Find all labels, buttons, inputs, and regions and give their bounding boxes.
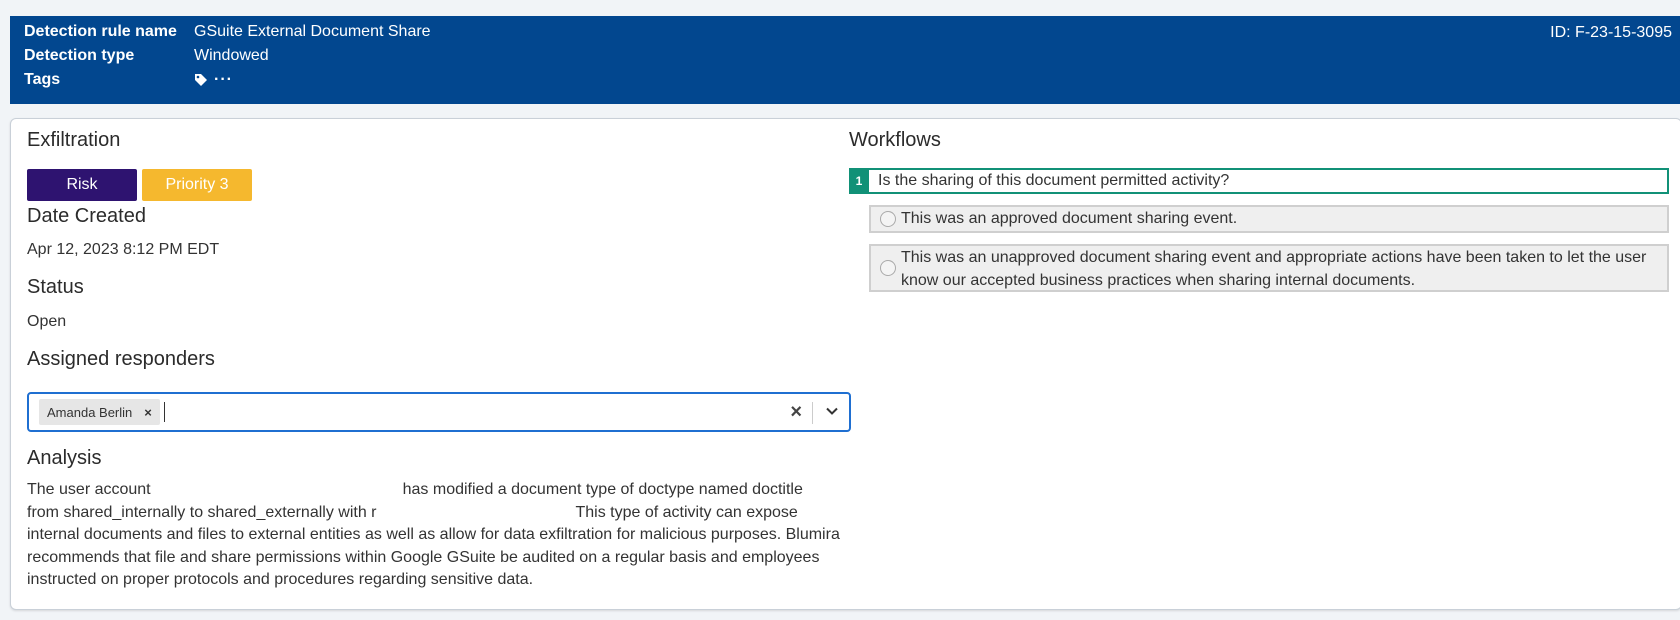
detection-type-row: Detection type Windowed	[24, 44, 269, 68]
rule-name-row: Detection rule name GSuite External Docu…	[24, 20, 431, 44]
analysis-text: The user account has modified a document…	[27, 479, 857, 592]
redacted-area	[150, 479, 403, 502]
analysis-label: Analysis	[27, 447, 102, 469]
status-label: Status	[27, 276, 84, 298]
question-number: 1	[849, 168, 869, 194]
detection-id: ID: F-23-15-3095	[1550, 24, 1672, 41]
workflow-option-approved[interactable]: This was an approved document sharing ev…	[869, 205, 1669, 233]
workflows-title: Workflows	[849, 129, 941, 151]
tag-icon[interactable]	[194, 73, 208, 87]
assigned-responders-select[interactable]: Amanda Berlin × ×	[27, 392, 851, 432]
remove-responder-button[interactable]: ×	[144, 405, 152, 420]
tags-more-button[interactable]: ···	[214, 71, 233, 89]
workflow-option-unapproved[interactable]: This was an unapproved document sharing …	[869, 244, 1669, 292]
option-label-line1: This was an unapproved document sharing …	[901, 249, 1647, 266]
question-text: Is the sharing of this document permitte…	[878, 172, 1230, 189]
rule-name-value: GSuite External Document Share	[194, 23, 431, 40]
workflow-question: 1 Is the sharing of this document permit…	[849, 168, 1669, 194]
option-label: This was an unapproved document sharing …	[901, 247, 1646, 292]
chevron-down-icon[interactable]	[825, 404, 839, 423]
priority-badge: Priority 3	[142, 169, 252, 201]
detection-type-value: Windowed	[194, 47, 269, 64]
option-label-line2: know our accepted business practices whe…	[901, 271, 1416, 289]
detection-card: Exfiltration Risk Priority 3 Date Create…	[10, 118, 1680, 610]
analysis-line2-b: This type of activity can expose	[575, 503, 798, 521]
option-label: This was an approved document sharing ev…	[901, 210, 1238, 227]
tags-label: Tags	[24, 71, 61, 88]
text-caret	[164, 402, 165, 422]
select-separator	[812, 402, 813, 424]
radio-icon[interactable]	[880, 260, 896, 276]
date-created-label: Date Created	[27, 205, 146, 227]
responder-chip-label: Amanda Berlin	[47, 404, 133, 420]
detection-type-label: Detection type	[24, 47, 135, 64]
detection-header: Detection rule name GSuite External Docu…	[10, 16, 1680, 104]
tags-row: Tags ···	[24, 68, 233, 92]
category-title: Exfiltration	[27, 129, 121, 151]
analysis-line3: internal documents and files to external…	[27, 526, 840, 543]
analysis-line1-a: The user account	[27, 481, 151, 498]
assigned-responders-label: Assigned responders	[27, 348, 215, 370]
clear-selection-button[interactable]: ×	[790, 401, 802, 424]
analysis-line2-a: from shared_internally to shared_externa…	[27, 503, 377, 521]
radio-icon[interactable]	[880, 211, 896, 227]
rule-name-label: Detection rule name	[24, 23, 177, 40]
risk-badge: Risk	[27, 169, 137, 201]
date-created-value: Apr 12, 2023 8:12 PM EDT	[27, 241, 220, 258]
redacted-area	[376, 501, 576, 524]
analysis-line5: instructed on proper protocols and proce…	[27, 571, 534, 588]
status-value: Open	[27, 313, 67, 330]
analysis-line4: recommends that file and share permissio…	[27, 548, 820, 566]
analysis-line1-b: has modified a document type of doctype …	[402, 481, 803, 498]
responder-chip: Amanda Berlin ×	[39, 399, 160, 425]
